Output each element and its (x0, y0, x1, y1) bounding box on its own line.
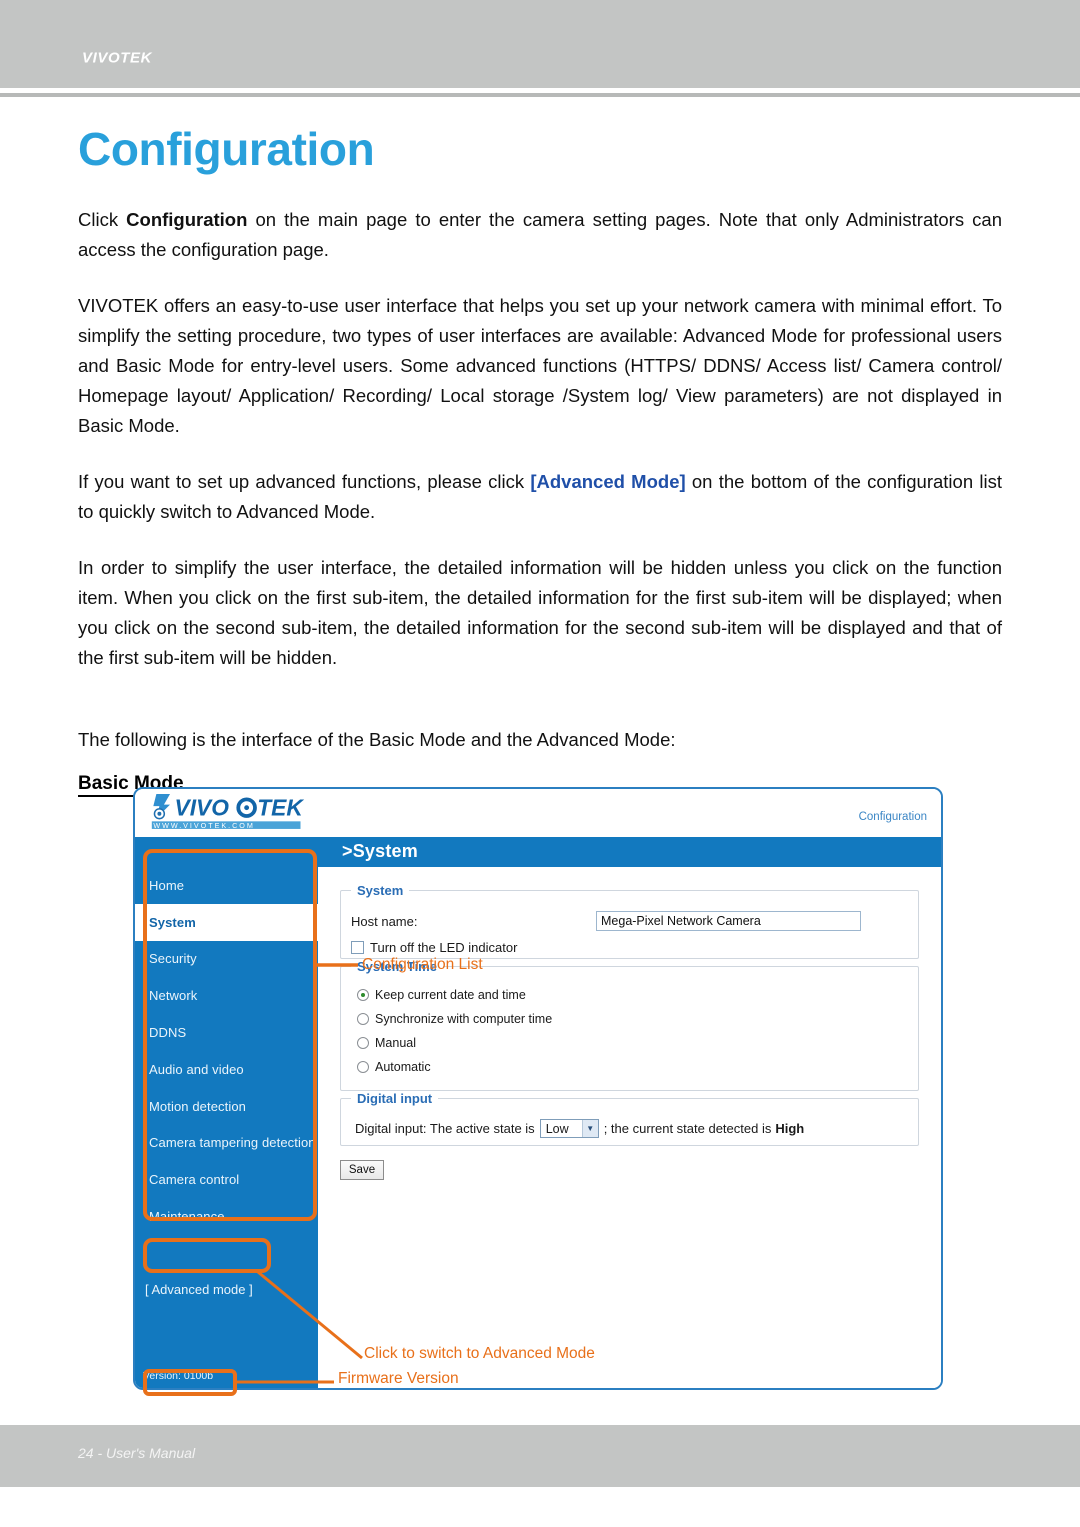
active-state-select[interactable]: Low ▼ (539, 1119, 599, 1138)
system-time-group-legend: System Time (357, 959, 437, 974)
ui-configuration-link[interactable]: Configuration (859, 811, 927, 823)
advanced-mode-reference: [Advanced Mode] (530, 471, 686, 493)
radio-label: Synchronize with computer time (375, 1012, 553, 1026)
radio-automatic[interactable]: Automatic (351, 1060, 908, 1074)
chevron-down-icon: ▼ (581, 1120, 598, 1137)
document-body: Configuration Click Configuration on the… (0, 97, 1080, 798)
sidebar-item-label: Home (149, 877, 185, 893)
digital-input-group: Digital input Digital input: The active … (340, 1091, 919, 1146)
digital-input-text-before: Digital input: The active state is (355, 1121, 535, 1136)
current-detected-state-value: High (775, 1121, 805, 1136)
camera-web-ui-screenshot: VIVO TEK WWW.VIVOTEK.COM Configuration >… (133, 787, 943, 1390)
sidebar-item-maintenance[interactable]: Maintenance (135, 1198, 318, 1235)
paragraph-intro: Click Configuration on the main page to … (0, 205, 1080, 265)
radio-button-icon[interactable] (357, 1037, 369, 1049)
led-indicator-label: Turn off the LED indicator (370, 940, 518, 955)
system-group-legend: System (357, 883, 404, 898)
radio-synchronize-with-computer-time[interactable]: Synchronize with computer time (351, 1012, 908, 1026)
system-group: System Host name: Turn off the LED indic… (340, 883, 919, 959)
ui-sidebar: Home System Security Network DDNS Audio … (135, 867, 318, 1388)
paragraph-following-interface: The following is the interface of the Ba… (78, 729, 676, 751)
sidebar-item-label: DDNS (149, 1025, 187, 1041)
sidebar-item-camera-tampering-detection[interactable]: Camera tampering detection (135, 1125, 318, 1162)
save-button[interactable]: Save (340, 1160, 384, 1180)
digital-input-text-after: ; the current state detected is (603, 1121, 772, 1136)
svg-text:WWW.VIVOTEK.COM: WWW.VIVOTEK.COM (153, 821, 254, 830)
system-time-group: System Time Keep current date and time S… (340, 959, 919, 1091)
digital-input-row: Digital input: The active state is Low ▼… (351, 1119, 908, 1138)
sidebar-item-label: System (149, 914, 196, 930)
ui-logo-bar: VIVO TEK WWW.VIVOTEK.COM Configuration (135, 789, 941, 837)
vivotek-logo-icon: VIVO TEK WWW.VIVOTEK.COM (151, 794, 304, 830)
radio-button-icon[interactable] (357, 989, 369, 1001)
ui-main-pane: System Host name: Turn off the LED indic… (318, 867, 941, 1388)
active-state-select-value: Low (545, 1121, 569, 1136)
page-title: Configuration (78, 123, 375, 175)
radio-label: Manual (375, 1036, 416, 1050)
sidebar-item-camera-control[interactable]: Camera control (135, 1161, 318, 1198)
sidebar-item-label: Network (149, 988, 198, 1004)
svg-text:TEK: TEK (257, 794, 304, 820)
paragraph-subitem-behavior: In order to simplify the user interface,… (78, 557, 1002, 669)
paragraph-advanced-mode: If you want to set up advanced functions… (0, 467, 1080, 527)
radio-keep-current-date-and-time[interactable]: Keep current date and time (351, 988, 908, 1002)
sidebar-item-audio-and-video[interactable]: Audio and video (135, 1051, 318, 1088)
radio-manual[interactable]: Manual (351, 1036, 908, 1050)
sidebar-item-label: Motion detection (149, 1098, 246, 1114)
led-indicator-row[interactable]: Turn off the LED indicator (351, 940, 908, 955)
sidebar-item-home[interactable]: Home (135, 867, 318, 904)
firmware-version-label: Version: 0100b (143, 1370, 214, 1382)
led-indicator-checkbox[interactable] (351, 941, 364, 954)
svg-text:VIVO: VIVO (175, 794, 230, 820)
sidebar-item-label: Audio and video (149, 1061, 244, 1077)
radio-label: Keep current date and time (375, 988, 526, 1002)
sidebar-item-ddns[interactable]: DDNS (135, 1014, 318, 1051)
ui-page-heading-bar: >System (135, 837, 941, 867)
paragraph-intro-bold: Configuration (126, 209, 248, 231)
sidebar-item-label: Security (149, 951, 197, 967)
paragraph-ui-overview: VIVOTEK offers an easy-to-use user inter… (78, 295, 1002, 437)
paragraph-intro-part1: Click (78, 209, 127, 231)
sidebar-item-label: Camera control (149, 1172, 240, 1188)
host-name-label: Host name: (351, 913, 418, 929)
sidebar-item-system[interactable]: System (135, 903, 318, 941)
radio-button-icon[interactable] (357, 1013, 369, 1025)
ui-body: Home System Security Network DDNS Audio … (135, 867, 941, 1388)
host-name-input[interactable] (596, 911, 861, 931)
sidebar-item-motion-detection[interactable]: Motion detection (135, 1088, 318, 1125)
sidebar-item-security[interactable]: Security (135, 941, 318, 978)
digital-input-group-legend: Digital input (357, 1091, 433, 1106)
ui-page-heading: >System (342, 841, 418, 861)
sidebar-item-label: Camera tampering detection (149, 1135, 316, 1151)
footer-page-label: 24 - User's Manual (78, 1445, 196, 1461)
sidebar-item-label: Maintenance (149, 1209, 225, 1225)
radio-button-icon[interactable] (357, 1061, 369, 1073)
page-header-band: VIVOTEK (0, 0, 1080, 88)
host-name-row: Host name: (351, 911, 908, 931)
sidebar-item-network[interactable]: Network (135, 977, 318, 1014)
footer-divider (0, 1418, 1080, 1425)
radio-label: Automatic (375, 1060, 431, 1074)
advanced-mode-toggle[interactable]: [ Advanced mode ] (145, 1282, 253, 1297)
brand-label: VIVOTEK (82, 49, 153, 67)
paragraph-advanced-part1: If you want to set up advanced functions… (78, 471, 531, 493)
